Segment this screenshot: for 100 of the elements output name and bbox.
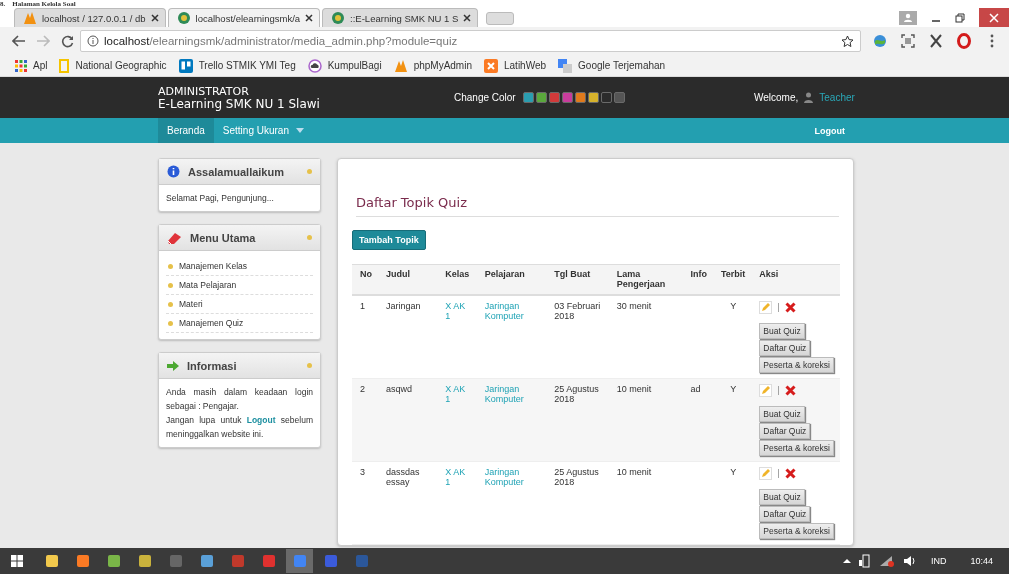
action-button[interactable]: Daftar Quiz — [759, 505, 811, 522]
change-color-label: Change Color — [454, 92, 516, 103]
info-icon — [167, 165, 180, 178]
column-header: Tgl Buat — [546, 264, 609, 295]
panel-title: Assalamuallaikum — [188, 165, 285, 178]
color-swatch[interactable] — [548, 92, 560, 103]
column-header: Terbit — [713, 264, 752, 295]
color-swatch[interactable] — [574, 92, 586, 103]
separator: | — [777, 468, 780, 478]
separator: | — [777, 385, 780, 395]
emblem-icon — [331, 11, 346, 25]
menu-item[interactable]: Manajemen Quiz — [166, 314, 313, 333]
column-header: Info — [682, 264, 713, 295]
logout-link[interactable]: Logout — [246, 415, 276, 425]
bullet-icon — [168, 282, 173, 288]
dot-icon — [307, 363, 312, 368]
close-icon[interactable] — [305, 14, 314, 22]
bookmark-link[interactable]: KumpulBagi — [307, 58, 382, 73]
table-cell: 1 — [352, 294, 378, 378]
sailboat-icon — [393, 58, 408, 73]
table-cell: dassdas essay — [378, 461, 438, 544]
language-indicator[interactable]: IND — [930, 556, 947, 566]
menu-item[interactable]: Manajemen Kelas — [166, 257, 313, 276]
action-button[interactable]: Daftar Quiz — [759, 422, 811, 439]
color-swatch[interactable] — [600, 92, 612, 103]
bookmark-link[interactable]: Trello STMIK YMI Teg — [178, 58, 296, 73]
panel-title: Informasi — [187, 359, 238, 372]
bookmark-link[interactable]: LatihWeb — [484, 58, 547, 73]
browser-tab[interactable]: ::E-Learning SMK NU 1 S — [322, 8, 479, 27]
action-button[interactable]: Buat Quiz — [759, 405, 805, 422]
close-icon[interactable] — [463, 14, 472, 22]
delete-icon[interactable] — [784, 384, 796, 396]
sailboat-icon — [23, 11, 37, 25]
table-cell: Y — [713, 294, 752, 378]
column-header: Aksi — [751, 264, 840, 295]
column-header: No — [352, 264, 378, 295]
menu-item[interactable]: Mata Pelajaran — [166, 276, 313, 295]
color-swatch[interactable] — [535, 92, 547, 103]
column-header: Judul — [378, 264, 438, 295]
color-swatch[interactable] — [522, 92, 534, 103]
delete-icon[interactable] — [784, 301, 796, 313]
delete-icon[interactable] — [784, 467, 796, 479]
user-link[interactable]: Teacher — [819, 92, 855, 103]
color-swatch[interactable] — [613, 92, 625, 103]
board-icon — [178, 58, 193, 73]
bookmark-link[interactable]: National Geographic — [59, 58, 167, 73]
table-cell: 10 menit — [608, 378, 683, 461]
page-heading: Daftar Topik Quiz — [356, 195, 839, 217]
bookmark-link[interactable]: Apl — [15, 59, 48, 72]
action-button[interactable]: Daftar Quiz — [759, 339, 811, 356]
browser-tab[interactable]: localhost / 127.0.0.1 / db — [14, 8, 166, 27]
site-title: ADMINISTRATOR — [158, 84, 250, 98]
panel-text: Jangan lupa untuk Logout sebelum meninggalkan website ini. — [166, 414, 313, 441]
cloud-icon — [307, 58, 322, 73]
nav-item[interactable]: Beranda — [158, 118, 214, 143]
table-cell: 25 Agustus 2018 — [546, 461, 609, 544]
color-swatch[interactable] — [561, 92, 573, 103]
clock[interactable]: 10:44 — [970, 556, 993, 566]
action-button[interactable]: Buat Quiz — [759, 488, 805, 505]
arrow-icon — [167, 360, 179, 371]
panel-title: Menu Utama — [190, 231, 257, 244]
close-icon[interactable] — [150, 14, 159, 22]
emblem-icon — [176, 11, 191, 25]
volume-icon[interactable] — [902, 555, 917, 567]
table-cell: Y — [713, 378, 752, 461]
table-cell: Y — [713, 461, 752, 544]
menu-item[interactable]: Materi — [166, 295, 313, 314]
table-cell: 2 — [352, 378, 378, 461]
user-icon — [804, 92, 814, 103]
add-topic-button[interactable]: Tambah Topik — [352, 230, 426, 250]
restore-icon[interactable] — [955, 12, 965, 23]
browser-tab[interactable]: localhost/elearningsmk/a — [167, 8, 321, 27]
table-cell: 25 Agustus 2018 — [546, 378, 609, 461]
star-icon[interactable] — [841, 34, 854, 48]
action-button[interactable]: Peserta & koreksi — [759, 356, 834, 373]
color-swatch[interactable] — [587, 92, 599, 103]
address-field[interactable]: localhost/elearningsmk/administrator/media_admin.php?module=quiz — [80, 30, 861, 52]
table-cell: 10 menit — [608, 461, 683, 544]
table-cell: 30 menit — [608, 294, 683, 378]
tray-up-icon[interactable] — [842, 558, 851, 564]
column-header: Lama Pengerjaan — [608, 264, 683, 295]
table-cell: 03 Februari 2018 — [546, 294, 609, 378]
table-cell: ad — [682, 378, 713, 461]
action-button[interactable]: Peserta & koreksi — [759, 439, 834, 456]
eraser-icon — [167, 231, 182, 244]
bullet-icon — [168, 320, 173, 326]
close-button[interactable] — [979, 8, 1009, 27]
separator: | — [777, 302, 780, 312]
table-cell: Jaringan — [378, 294, 438, 378]
panel-text: Anda masih dalam keadaan login sebagai : Pengajar. — [166, 386, 313, 413]
battery-icon[interactable] — [858, 554, 871, 568]
column-header: Pelajaran — [476, 264, 547, 295]
table-cell: 3 — [352, 461, 378, 544]
action-button[interactable]: Buat Quiz — [759, 322, 805, 339]
table-cell: asqwd — [378, 378, 438, 461]
bookmark-link[interactable]: phpMyAdmin — [393, 58, 472, 73]
bookmark-link[interactable]: Google Terjemahan — [558, 58, 666, 73]
column-header: Kelas — [437, 264, 477, 295]
action-button[interactable]: Peserta & koreksi — [759, 522, 834, 539]
info-icon[interactable] — [87, 35, 99, 47]
